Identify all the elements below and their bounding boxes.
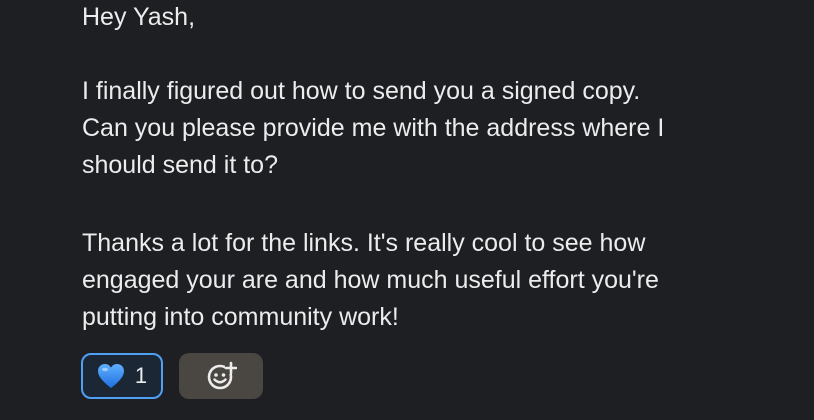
- reaction-bar: 1: [81, 353, 263, 399]
- message-paragraph-2: Thanks a lot for the links. It's really …: [82, 225, 794, 336]
- message-line: Thanks a lot for the links. It's really …: [82, 229, 646, 257]
- blue-heart-icon: [97, 364, 124, 388]
- message-greeting: Hey Yash,: [82, 3, 196, 31]
- message-line: engaged your are and how much useful eff…: [82, 266, 659, 294]
- add-emoji-icon: [207, 361, 237, 390]
- message-line: putting into community work!: [82, 303, 399, 331]
- message-line: should send it to?: [82, 151, 278, 179]
- message-line: Can you please provide me with the addre…: [82, 114, 665, 142]
- message-paragraph-1: I finally figured out how to send you a …: [82, 73, 794, 184]
- add-reaction-button[interactable]: [179, 353, 263, 399]
- blue-heart-reaction-button[interactable]: 1: [81, 353, 163, 399]
- reaction-count: 1: [134, 363, 148, 388]
- message-line: I finally figured out how to send you a …: [82, 77, 641, 105]
